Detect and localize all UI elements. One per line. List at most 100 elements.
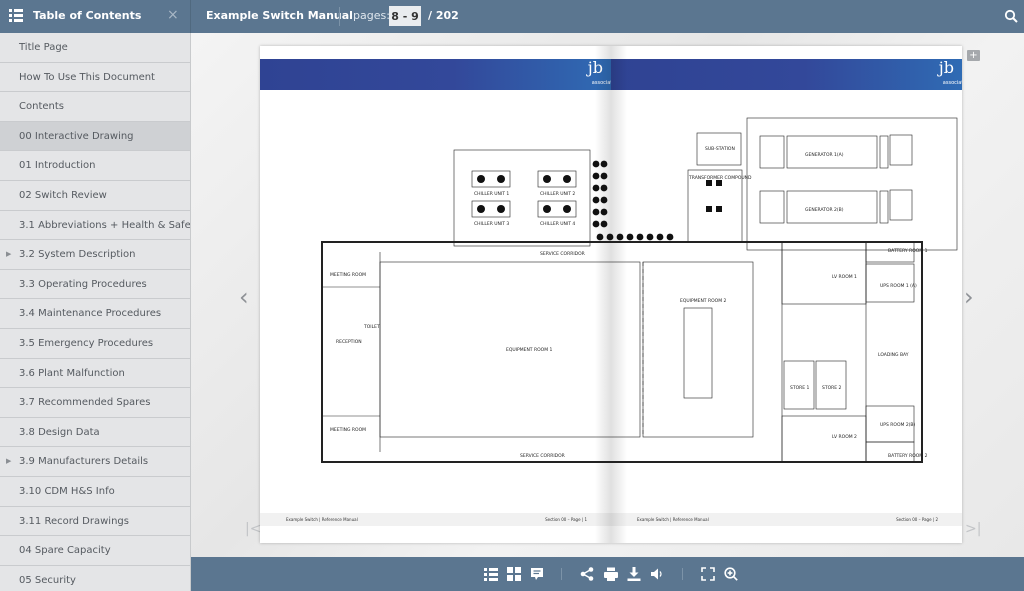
- svg-text:TRANSFORMER COMPOUND: TRANSFORMER COMPOUND: [688, 175, 752, 181]
- toc-item-label: 3.2 System Description: [19, 249, 136, 261]
- chiller-compound: [453, 149, 591, 247]
- toc-item[interactable]: 04 Spare Capacity: [0, 536, 190, 566]
- toc-item[interactable]: 05 Security: [0, 566, 190, 591]
- svg-text:MEETING ROOM: MEETING ROOM: [330, 427, 366, 433]
- download-icon[interactable]: [627, 567, 641, 581]
- toc-item-label: 3.1 Abbreviations + Health & Safety: [19, 219, 191, 231]
- svg-text:BATTERY ROOM 1: BATTERY ROOM 1: [888, 248, 928, 254]
- first-page-button[interactable]: |<: [245, 521, 261, 537]
- last-page-button[interactable]: >|: [965, 521, 981, 537]
- svg-text:GENERATOR 2(B): GENERATOR 2(B): [805, 207, 844, 213]
- toc-item[interactable]: 3.8 Design Data: [0, 418, 190, 448]
- generator-1a: [786, 135, 878, 169]
- pages-label: pages:: [353, 9, 390, 22]
- toc-item[interactable]: 3.5 Emergency Procedures: [0, 329, 190, 359]
- expand-caret-icon[interactable]: ▶: [6, 447, 11, 476]
- toc-item-label: 01 Introduction: [19, 160, 96, 172]
- svg-text:STORE 2: STORE 2: [822, 385, 842, 391]
- toc-item-label: 3.6 Plant Malfunction: [19, 367, 125, 379]
- toc-item-label: Title Page: [19, 42, 68, 53]
- svg-text:CHILLER UNIT 1: CHILLER UNIT 1: [474, 191, 509, 197]
- floor-plan-drawing[interactable]: CHILLER UNIT 1 CHILLER UNIT 2 CHILLER UN…: [260, 46, 962, 543]
- store-2: [815, 360, 847, 410]
- toc-item-label: 3.10 CDM H&S Info: [19, 485, 115, 497]
- generator-compound: [746, 117, 958, 251]
- toc-item[interactable]: 3.6 Plant Malfunction: [0, 359, 190, 389]
- search-icon[interactable]: [1004, 9, 1018, 23]
- svg-text:CHILLER UNIT 4: CHILLER UNIT 4: [540, 221, 575, 227]
- list-view-icon[interactable]: [484, 567, 498, 581]
- toc-item-label: 3.4 Maintenance Procedures: [19, 308, 162, 320]
- toc-item[interactable]: 3.7 Recommended Spares: [0, 388, 190, 418]
- toc-header: Table of Contents ×: [0, 0, 191, 33]
- store-1: [783, 360, 815, 410]
- toc-item[interactable]: 3.10 CDM H&S Info: [0, 477, 190, 507]
- toc-item-label: 02 Switch Review: [19, 189, 107, 201]
- svg-text:SUB-STATION: SUB-STATION: [705, 146, 735, 152]
- equipment-room-2: [642, 261, 754, 438]
- toc-title: Table of Contents: [33, 9, 142, 22]
- toc-item-label: 3.7 Recommended Spares: [19, 397, 151, 409]
- toc-item-label: 3.8 Design Data: [19, 426, 100, 438]
- bottom-toolbar: [191, 557, 1024, 591]
- svg-text:LV ROOM 2: LV ROOM 2: [832, 434, 857, 440]
- toc-item[interactable]: Title Page: [0, 33, 190, 63]
- comments-icon[interactable]: [530, 567, 544, 581]
- document-viewer: ‹ › |< >| + jbassociates Example Switch …: [191, 33, 1024, 557]
- page-number-input[interactable]: [389, 6, 421, 26]
- zoom-in-icon[interactable]: [724, 567, 738, 581]
- generator-2b: [786, 190, 878, 224]
- close-icon[interactable]: ×: [167, 7, 179, 23]
- toc-item-label: 04 Spare Capacity: [19, 545, 111, 557]
- svg-text:SERVICE CORRIDOR: SERVICE CORRIDOR: [520, 453, 565, 459]
- toc-item[interactable]: 02 Switch Review: [0, 181, 190, 211]
- toc-item[interactable]: Contents: [0, 92, 190, 122]
- list-icon[interactable]: [9, 9, 23, 23]
- svg-text:MEETING ROOM: MEETING ROOM: [330, 272, 366, 278]
- svg-text:LV ROOM 1: LV ROOM 1: [832, 274, 857, 280]
- toc-item-label: How To Use This Document: [19, 71, 155, 83]
- divider: [682, 568, 683, 580]
- divider: [339, 7, 340, 26]
- thumbnails-icon[interactable]: [507, 567, 521, 581]
- toc-item-label: 3.5 Emergency Procedures: [19, 337, 154, 349]
- top-toolbar: Table of Contents × Example Switch Manua…: [0, 0, 1024, 33]
- table-of-contents-sidebar: Title Page How To Use This Document Conten…: [0, 33, 191, 591]
- svg-text:UPS ROOM 1 (A): UPS ROOM 1 (A): [880, 283, 917, 289]
- toc-item[interactable]: 3.3 Operating Procedures: [0, 270, 190, 300]
- svg-text:EQUIPMENT ROOM 2: EQUIPMENT ROOM 2: [680, 298, 727, 304]
- divider: [561, 568, 562, 580]
- svg-text:EQUIPMENT ROOM 1: EQUIPMENT ROOM 1: [506, 347, 553, 353]
- toc-item[interactable]: 00 Interactive Drawing: [0, 121, 190, 152]
- pages-total: / 202: [428, 9, 459, 22]
- next-page-button[interactable]: ›: [964, 283, 974, 311]
- toc-item[interactable]: 3.11 Record Drawings: [0, 507, 190, 537]
- share-icon[interactable]: [580, 567, 594, 581]
- svg-text:STORE 1: STORE 1: [790, 385, 810, 391]
- toc-item[interactable]: ▶ 3.2 System Description: [0, 240, 190, 270]
- toc-item[interactable]: How To Use This Document: [0, 63, 190, 93]
- expand-caret-icon[interactable]: ▶: [6, 240, 11, 269]
- toc-item-label: Contents: [19, 101, 64, 113]
- svg-text:TOILET: TOILET: [363, 324, 380, 330]
- svg-text:SERVICE CORRIDOR: SERVICE CORRIDOR: [540, 251, 585, 257]
- fullscreen-icon[interactable]: [701, 567, 715, 581]
- print-icon[interactable]: [604, 567, 618, 581]
- add-comment-icon[interactable]: +: [967, 50, 980, 61]
- toc-item-label: 3.3 Operating Procedures: [19, 278, 147, 290]
- battery-room-2: [865, 441, 915, 463]
- ups-room-1: [865, 263, 915, 303]
- toc-item[interactable]: 3.1 Abbreviations + Health & Safety: [0, 211, 190, 241]
- previous-page-button[interactable]: ‹: [239, 283, 249, 311]
- svg-text:RECEPTION: RECEPTION: [336, 339, 362, 345]
- page-spread: jbassociates Example Switch | Reference …: [260, 46, 962, 543]
- svg-text:CHILLER UNIT 2: CHILLER UNIT 2: [540, 191, 575, 197]
- toc-item[interactable]: ▶ 3.9 Manufacturers Details: [0, 447, 190, 477]
- toc-item[interactable]: 3.4 Maintenance Procedures: [0, 299, 190, 329]
- toc-item[interactable]: 01 Introduction: [0, 151, 190, 181]
- toc-item-label: 05 Security: [19, 574, 76, 586]
- sound-icon[interactable]: [650, 567, 664, 581]
- lv-room-1: [781, 241, 867, 305]
- toc-item-label: 00 Interactive Drawing: [19, 130, 134, 142]
- svg-text:GENERATOR 1(A): GENERATOR 1(A): [805, 152, 844, 158]
